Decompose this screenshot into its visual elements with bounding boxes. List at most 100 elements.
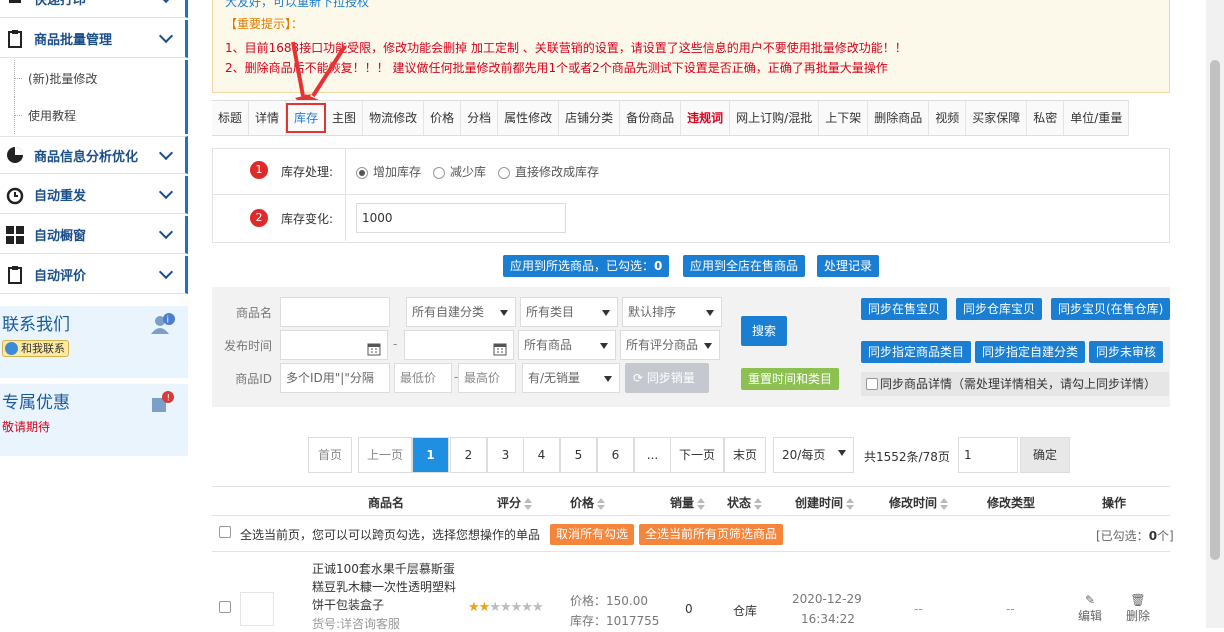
search-button[interactable]: 搜索 — [741, 316, 787, 346]
sidebar-item-showcase[interactable]: 自动橱窗 — [0, 216, 188, 254]
tab-7[interactable]: 属性修改 — [498, 101, 560, 135]
sync-unreviewed-button[interactable]: 同步未审核 — [1089, 341, 1164, 363]
goods-select[interactable]: 所有商品 — [518, 330, 616, 360]
select-page-checkbox[interactable] — [219, 526, 231, 538]
sidebar: 快递打印 商品批量管理 (新)批量修改 使用教程 商品信息分析优化 自动重发 自… — [0, 0, 190, 628]
sidebar-item-print[interactable]: 快递打印 — [0, 0, 188, 18]
min-price-input[interactable]: 最低价 — [394, 363, 452, 393]
col-rating[interactable]: 评分 — [497, 494, 533, 511]
apply-selected-button[interactable]: 应用到所选商品，已勾选：0 — [503, 255, 670, 277]
sales-select[interactable]: 有/无销量 — [522, 363, 620, 393]
type-select[interactable]: 所有类目 — [520, 297, 618, 327]
row-checkbox[interactable] — [219, 601, 231, 613]
radio-set-stock[interactable]: 直接修改成库存 — [498, 163, 599, 180]
select-all-filtered-button[interactable]: 全选当前所有页筛选商品 — [639, 524, 784, 545]
scrollbar-thumb[interactable] — [1210, 60, 1220, 560]
col-created[interactable]: 创建时间 — [795, 494, 855, 511]
goto-confirm-button[interactable]: 确定 — [1020, 437, 1070, 473]
category-select[interactable]: 所有自建分类 — [406, 297, 516, 327]
created-time: 16:34:22 — [801, 612, 855, 626]
start-date-input[interactable] — [280, 330, 388, 360]
tab-17[interactable]: 单位/重量 — [1064, 101, 1130, 135]
sidebar-item-analysis[interactable]: 商品信息分析优化 — [0, 136, 188, 174]
goto-page-input[interactable]: 1 — [958, 437, 1018, 473]
col-sales[interactable]: 销量 — [670, 494, 706, 511]
rating-select[interactable]: 所有评分商品 — [620, 330, 720, 360]
radio-reduce-stock[interactable]: 减少库 — [433, 163, 486, 180]
product-name-input[interactable] — [280, 297, 390, 327]
col-status[interactable]: 状态 — [727, 494, 763, 511]
sync-sales-button[interactable]: ⟳ 同步销量 — [625, 363, 709, 393]
chevron-down-icon — [158, 145, 174, 160]
product-status: 仓库 — [733, 604, 758, 618]
page-...[interactable]: ... — [634, 437, 671, 473]
sync-onsale-button[interactable]: 同步在售宝贝 — [861, 298, 948, 320]
delete-button[interactable]: 🗑 删除 — [1125, 593, 1151, 624]
tab-14[interactable]: 视频 — [929, 101, 967, 135]
tab-4[interactable]: 物流修改 — [363, 101, 425, 135]
page-5[interactable]: 5 — [560, 437, 597, 473]
tab-11[interactable]: 网上订购/混批 — [730, 101, 820, 135]
radio-add-stock[interactable]: 增加库存 — [356, 163, 421, 180]
cancel-all-button[interactable]: 取消所有勾选 — [550, 524, 635, 545]
first-page-button[interactable]: 首页 — [308, 437, 352, 473]
sync-warehouse-button[interactable]: 同步仓库宝贝 — [956, 298, 1043, 320]
sync-detail-option[interactable]: 同步商品详情（需处理详情相关，请勾上同步详情） — [861, 372, 1169, 396]
sort-select[interactable]: 默认排序 — [622, 297, 722, 327]
tab-5[interactable]: 价格 — [424, 101, 462, 135]
last-page-button[interactable]: 末页 — [724, 437, 766, 473]
product-thumbnail[interactable] — [240, 592, 274, 626]
col-modified[interactable]: 修改时间 — [889, 494, 949, 511]
sync-detail-checkbox[interactable] — [866, 377, 878, 390]
tab-13[interactable]: 删除商品 — [868, 101, 930, 135]
contact-button[interactable]: 和我联系 — [2, 340, 69, 357]
scrollbar[interactable] — [1206, 0, 1224, 628]
tab-1[interactable]: 详情 — [249, 101, 287, 135]
prev-page-button[interactable]: 上一页 — [358, 437, 412, 473]
notice-line0: 大友好，可以重新下拉授权 — [225, 0, 370, 9]
per-page-select[interactable]: 20/每页 — [773, 437, 854, 473]
sidebar-sub-batch-edit[interactable]: (新)批量修改 — [0, 60, 188, 97]
label-id: 商品ID — [235, 372, 272, 386]
tab-9[interactable]: 备份商品 — [620, 101, 682, 135]
stock-change-input[interactable]: 1000 — [356, 203, 566, 233]
tab-8[interactable]: 店铺分类 — [559, 101, 621, 135]
edit-button[interactable]: ✎ 编辑 — [1077, 593, 1103, 624]
sidebar-item-resend[interactable]: 自动重发 — [0, 176, 188, 214]
tab-16[interactable]: 私密 — [1027, 101, 1065, 135]
page-2[interactable]: 2 — [450, 437, 487, 473]
tab-2[interactable]: 库存 — [286, 103, 327, 133]
calendar-icon[interactable] — [367, 338, 381, 359]
calendar-icon[interactable] — [493, 338, 507, 359]
id-input[interactable]: 多个ID用"|"分隔 — [280, 363, 390, 393]
product-name[interactable]: 正诚100套水果千层慕斯蛋糕豆乳木糠一次性透明塑料饼干包装盒子 — [312, 560, 462, 614]
page-3[interactable]: 3 — [487, 437, 524, 473]
tab-10[interactable]: 违规词 — [681, 101, 731, 135]
tab-12[interactable]: 上下架 — [819, 101, 869, 135]
reset-button[interactable]: 重置时间和类目 — [741, 368, 839, 390]
tab-3[interactable]: 主图 — [326, 101, 364, 135]
sidebar-item-review[interactable]: 自动评价 — [0, 256, 188, 294]
col-name[interactable]: 商品名 — [368, 494, 404, 511]
product-price: 价格：150.00 — [570, 594, 648, 608]
product-stock: 库存：1017755 — [570, 614, 660, 628]
sync-type-button[interactable]: 同步指定商品类目 — [861, 341, 972, 363]
apply-all-button[interactable]: 应用到全店在售商品 — [683, 255, 806, 277]
col-price[interactable]: 价格 — [570, 494, 606, 511]
edit-icon: ✎ — [1084, 593, 1096, 607]
tab-0[interactable]: 标题 — [212, 101, 250, 135]
page-4[interactable]: 4 — [523, 437, 560, 473]
records-button[interactable]: 处理记录 — [817, 255, 880, 277]
sidebar-sub-tutorial[interactable]: 使用教程 — [0, 97, 188, 134]
next-page-button[interactable]: 下一页 — [670, 437, 724, 473]
max-price-input[interactable]: 最高价 — [458, 363, 516, 393]
tab-6[interactable]: 分档 — [461, 101, 499, 135]
page-1[interactable]: 1 — [412, 437, 449, 473]
sync-onsale-warehouse-button[interactable]: 同步宝贝(在售仓库) — [1051, 298, 1171, 320]
sync-custom-button[interactable]: 同步指定自建分类 — [975, 341, 1086, 363]
tab-15[interactable]: 买家保障 — [966, 101, 1028, 135]
chevron-down-icon — [158, 184, 174, 200]
page-6[interactable]: 6 — [597, 437, 634, 473]
sidebar-item-batch[interactable]: 商品批量管理 — [0, 20, 188, 58]
end-date-input[interactable] — [404, 330, 514, 360]
